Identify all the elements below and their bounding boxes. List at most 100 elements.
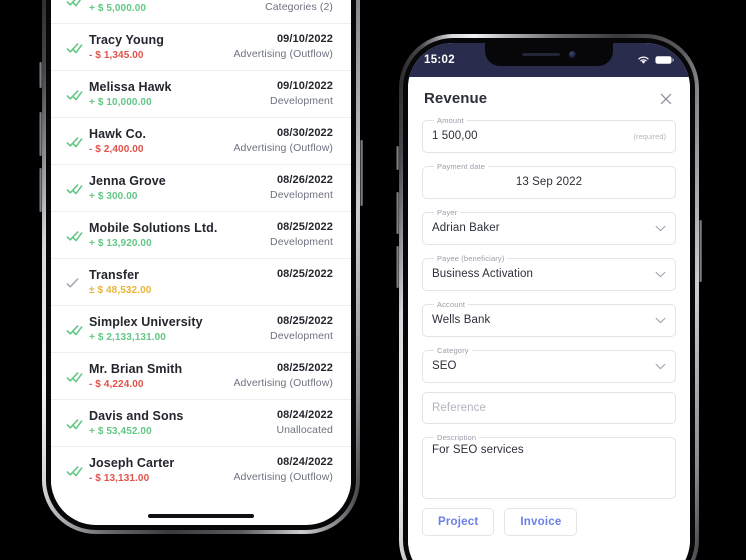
category-value: SEO <box>432 360 457 372</box>
transaction-category: Development <box>270 236 333 248</box>
power-button-right[interactable] <box>699 220 702 282</box>
transaction-name: Mobile Solutions Ltd. <box>89 221 218 235</box>
transaction-date: 08/24/2022 <box>276 409 333 421</box>
sheet-header: Revenue <box>422 87 676 116</box>
chevron-down-icon[interactable] <box>655 225 666 232</box>
description-value: For SEO services <box>432 444 524 456</box>
transaction-row[interactable]: Mr. Brian Smith - $ 4,224.00 08/25/2022 Adv… <box>51 353 351 400</box>
payee-field[interactable]: Payee (beneficiary) Business Activation <box>422 254 676 291</box>
transaction-row[interactable]: Simplex University+ $ 5,000.0009/14/2022… <box>51 0 351 24</box>
revenue-form-sheet: Revenue Amount 1 500,00 (required) Payme… <box>408 77 690 560</box>
description-label: Description <box>437 433 477 442</box>
transaction-status <box>59 322 89 337</box>
transaction-name: Joseph Carter <box>89 456 175 470</box>
left-phone-screen: Simplex University+ $ 5,000.0009/14/2022… <box>51 0 351 525</box>
transaction-status <box>59 87 89 102</box>
amount-field[interactable]: Amount 1 500,00 (required) <box>422 116 676 153</box>
power-button[interactable] <box>360 140 363 206</box>
transaction-category: Development <box>270 189 333 201</box>
transaction-amount: + $ 5,000.00 <box>89 3 147 14</box>
double-check-icon <box>66 136 82 147</box>
transaction-name: Simplex University <box>89 315 203 329</box>
transaction-category: Advertising (Outflow) <box>233 142 333 154</box>
transaction-status <box>59 275 89 290</box>
transaction-date: 08/26/2022 <box>276 174 333 186</box>
right-phone-screen: 15:02 Revenue Amount 1 500,00 (required)… <box>408 43 690 560</box>
payee-label: Payee (beneficiary) <box>437 254 505 263</box>
double-check-icon <box>66 465 82 476</box>
transaction-date: 09/10/2022 <box>276 80 333 92</box>
payer-field[interactable]: Payer Adrian Baker <box>422 208 676 245</box>
status-bar: 15:02 <box>408 43 690 77</box>
transaction-row[interactable]: Tracy Young - $ 1,345.00 09/10/2022 Adverti… <box>51 24 351 71</box>
account-label: Account <box>437 300 466 309</box>
category-field[interactable]: Category SEO <box>422 346 676 383</box>
payment-date-value: 13 Sep 2022 <box>515 176 583 188</box>
transaction-name: Hawk Co. <box>89 127 147 141</box>
double-check-icon <box>66 371 82 382</box>
transaction-amount: + $ 13,920.00 <box>89 238 152 249</box>
reference-field[interactable]: Reference <box>422 392 676 424</box>
chevron-down-icon[interactable] <box>655 317 666 324</box>
double-check-icon <box>66 277 78 288</box>
transaction-status <box>59 40 89 55</box>
double-check-icon <box>66 0 81 6</box>
invoice-button[interactable]: Invoice <box>504 508 578 536</box>
transaction-name: Transfer <box>89 268 140 282</box>
transaction-amount: ± $ 48,532.00 <box>89 285 152 296</box>
transaction-amount: + $ 10,000.00 <box>89 97 152 108</box>
speaker-grille-icon <box>522 53 560 56</box>
double-check-icon <box>66 42 82 53</box>
project-button[interactable]: Project <box>422 508 495 536</box>
transaction-row[interactable]: Hawk Co. - $ 2,400.00 08/30/2022 Advertisin… <box>51 118 351 165</box>
payer-label: Payer <box>437 208 458 217</box>
transaction-category: Development <box>270 330 333 342</box>
page-title: Revenue <box>424 90 488 107</box>
transaction-status <box>59 134 89 149</box>
chevron-down-icon[interactable] <box>655 363 666 370</box>
chevron-down-icon[interactable] <box>655 271 666 278</box>
transaction-date: 08/25/2022 <box>276 315 333 327</box>
double-check-icon <box>66 183 82 194</box>
double-check-icon <box>66 89 82 100</box>
status-bar-indicators <box>637 55 674 65</box>
transaction-status <box>59 369 89 384</box>
category-label: Category <box>437 346 469 355</box>
transaction-row[interactable]: Joseph Carter - $ 13,131.00 08/24/2022 Adve… <box>51 447 351 493</box>
close-icon[interactable] <box>658 91 674 107</box>
transaction-date: 09/10/2022 <box>276 33 333 45</box>
transaction-status <box>59 463 89 478</box>
transaction-row[interactable]: Mobile Solutions Ltd. + $ 13,920.00 08/25/… <box>51 212 351 259</box>
transaction-date: 08/24/2022 <box>276 456 333 468</box>
right-phone-device: 15:02 Revenue Amount 1 500,00 (required)… <box>396 34 702 560</box>
transaction-row[interactable]: Transfer ± $ 48,532.00 08/25/2022 <box>51 259 351 306</box>
payment-date-field[interactable]: Payment date 13 Sep 2022 <box>422 162 676 199</box>
transaction-date: 08/25/2022 <box>276 221 333 233</box>
front-camera-icon <box>569 51 576 58</box>
transaction-row[interactable]: Simplex University + $ 2,133,131.00 08/25/… <box>51 306 351 353</box>
double-check-icon <box>66 324 82 335</box>
transaction-amount: + $ 2,133,131.00 <box>89 332 166 343</box>
transaction-amount: - $ 2,400.00 <box>89 144 144 155</box>
transaction-status <box>59 416 89 431</box>
transaction-category: Advertising (Outflow) <box>233 48 333 60</box>
transaction-date: 08/25/2022 <box>276 268 333 280</box>
transaction-name: Melissa Hawk <box>89 80 172 94</box>
transactions-list[interactable]: Simplex University+ $ 5,000.0009/14/2022… <box>51 0 351 493</box>
transaction-status <box>59 181 89 196</box>
double-check-icon <box>66 418 82 429</box>
battery-icon <box>655 56 674 64</box>
reference-placeholder: Reference <box>432 402 486 414</box>
transaction-row[interactable]: Melissa Hawk + $ 10,000.00 09/10/2022 Devel… <box>51 71 351 118</box>
status-bar-clock: 15:02 <box>424 54 455 66</box>
description-field[interactable]: Description For SEO services <box>422 433 676 499</box>
transaction-row[interactable]: Jenna Grove + $ 300.00 08/26/2022 Developme… <box>51 165 351 212</box>
transaction-row[interactable]: Davis and Sons + $ 53,452.00 08/24/2022 Una… <box>51 400 351 447</box>
transaction-amount: - $ 13,131.00 <box>89 473 150 484</box>
transaction-name: Davis and Sons <box>89 409 184 423</box>
account-field[interactable]: Account Wells Bank <box>422 300 676 337</box>
transaction-name: Tracy Young <box>89 33 164 47</box>
transaction-date: 08/25/2022 <box>276 362 333 374</box>
left-phone-device: Simplex University+ $ 5,000.0009/14/2022… <box>39 0 363 534</box>
transaction-category: Advertising (Outflow) <box>233 471 333 483</box>
